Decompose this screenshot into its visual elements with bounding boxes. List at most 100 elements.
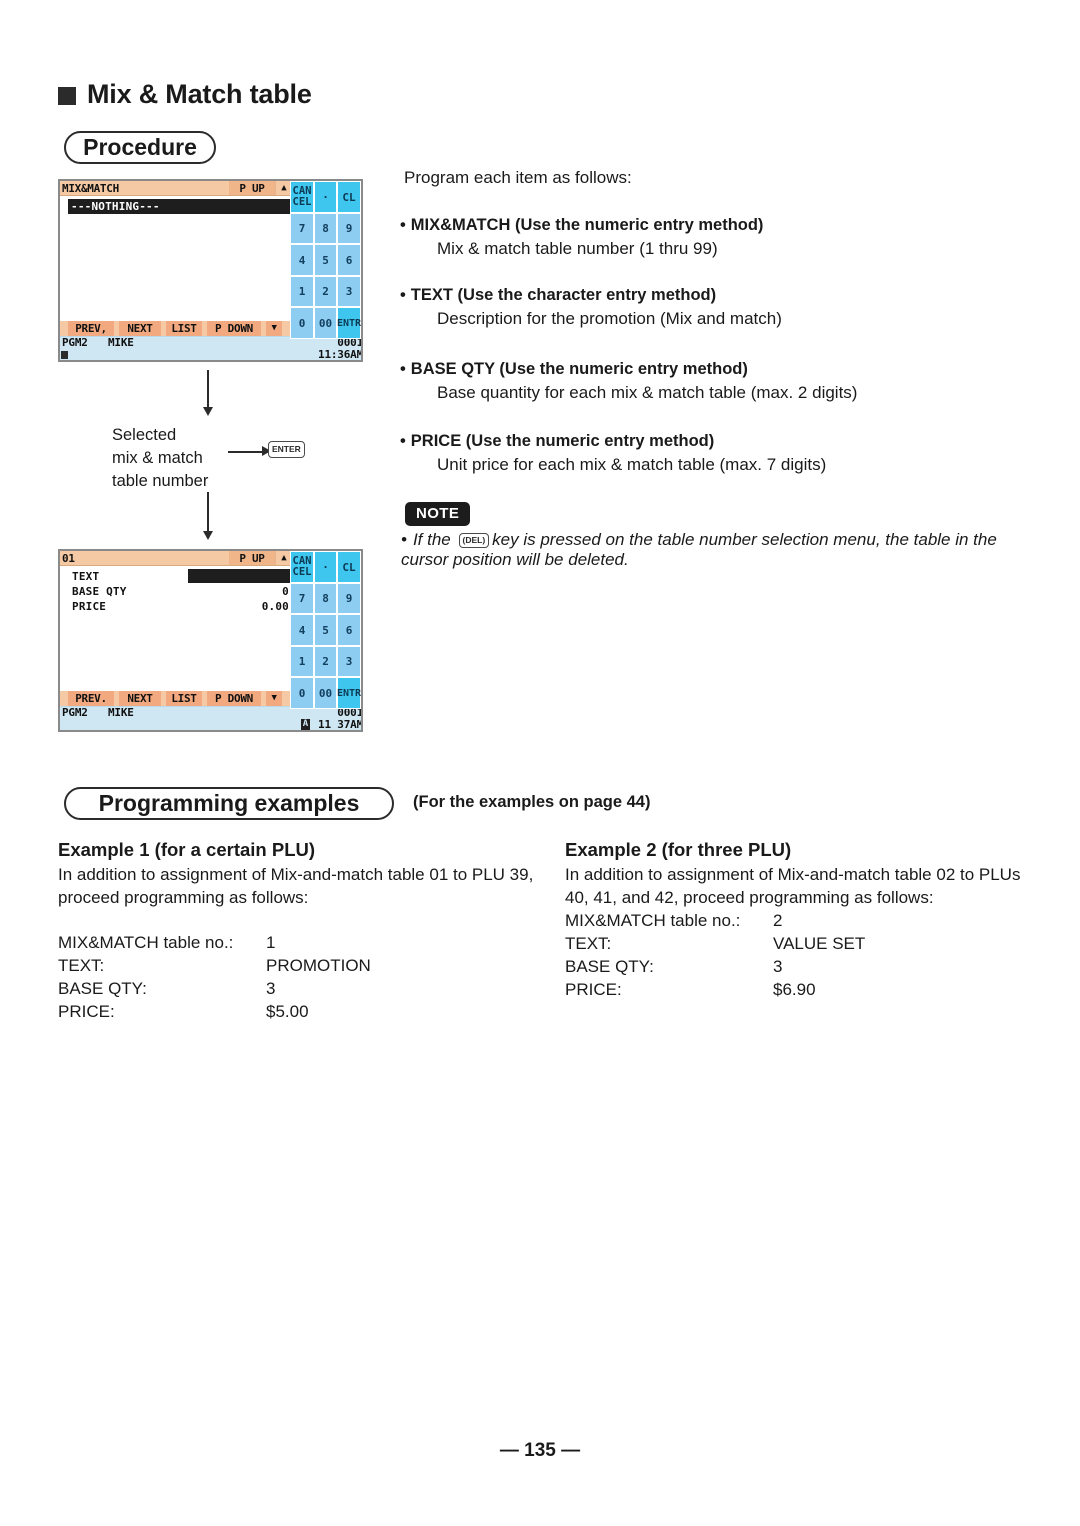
lcd2-clerk-label: MIKE [108,706,134,719]
section-badge-examples: Programming examples [64,787,394,820]
lcd1-key-cancel[interactable]: CAN CEL [290,181,314,213]
del-keycap-icon: (DEL) [458,533,490,548]
lcd1-key-3[interactable]: 3 [337,276,361,307]
example-2-row-mixmatch: MIX&MATCH table no.: 2 [565,909,1035,932]
lcd1-key-4[interactable]: 4 [290,244,314,276]
lcd2-key-1[interactable]: 1 [290,646,314,677]
lcd1-key-0[interactable]: 0 [290,307,314,339]
lcd1-time: 11:36AM [318,348,363,361]
lcd2-key-2[interactable]: 2 [314,646,337,677]
example-1-row-text: TEXT: PROMOTION [58,954,538,977]
square-bullet-icon [58,87,76,105]
lcd2-key-0[interactable]: 0 [290,677,314,709]
spec-item-baseqty-heading-text: BASE QTY (Use the numeric entry method) [410,360,748,378]
spec-item-price-heading-text: PRICE (Use the numeric entry method) [410,432,715,450]
lcd1-pagedown-button[interactable]: P DOWN [207,321,261,336]
lcd1-key-7[interactable]: 7 [290,213,314,244]
example-1-value-text: PROMOTION [266,956,371,975]
lcd2-key-cancel[interactable]: CAN CEL [290,551,314,583]
lcd1-titlebar: MIX&MATCH P UP ▲ [60,181,292,196]
spec-item-mixmatch-body: Mix & match table number (1 thru 99) [437,239,718,258]
lcd2-pagedown-button[interactable]: P DOWN [207,691,261,706]
flow-arrow-head-top [203,407,213,416]
lcd2-next-button[interactable]: NEXT [119,691,161,706]
lcd1-mode-label: PGM2 [62,336,88,349]
example-2-table: MIX&MATCH table no.: 2 TEXT: VALUE SET B… [565,909,1035,1001]
example-1-row-baseqty: BASE QTY: 3 [58,977,538,1000]
lcd1-page-up-button[interactable]: P UP [229,181,275,195]
spec-item-text-heading-text: TEXT (Use the character entry method) [410,286,717,304]
lcd2-key-4[interactable]: 4 [290,614,314,646]
lcd1-key-8[interactable]: 8 [314,213,337,244]
lcd2-status-bar: PGM2 MIKE 0001 A 11 37AM [60,706,361,730]
lcd1-key-1[interactable]: 1 [290,276,314,307]
lcd2-field-label-price[interactable]: PRICE [72,599,106,614]
scroll-down-arrow-icon[interactable]: ▼ [266,691,282,706]
lcd2-key-clear[interactable]: CL [337,551,361,583]
lcd2-key-cancel-line2: CEL [292,566,312,578]
lcd2-key-8[interactable]: 8 [314,583,337,614]
flow-arrow-line-right [228,451,264,453]
lcd2-key-enter[interactable]: ENTR [337,677,361,709]
lcd2-field-label-baseqty[interactable]: BASE QTY [72,584,127,599]
lcd1-prev-button[interactable]: PREV, [68,321,114,336]
lcd2-key-7[interactable]: 7 [290,583,314,614]
section-badge-procedure: Procedure [64,131,216,164]
lcd2-key-5[interactable]: 5 [314,614,337,646]
example-1-table: MIX&MATCH table no.: 1 TEXT: PROMOTION B… [58,931,538,1023]
lcd1-key-6[interactable]: 6 [337,244,361,276]
lcd2-page-up-button[interactable]: P UP [229,551,275,565]
lcd2-key-00[interactable]: 00 [314,677,337,709]
lcd-screen-table-selection: MIX&MATCH P UP ▲ ---NOTHING--- PREV, NEX… [58,179,363,362]
lcd1-key-enter[interactable]: ENTR [337,307,361,339]
lcd2-key-decimal-point[interactable]: · [314,551,337,583]
spec-item-mixmatch-heading: • MIX&MATCH (Use the numeric entry method… [400,216,1040,235]
list-bullet-icon: • [400,216,406,234]
lcd1-key-00[interactable]: 00 [314,307,337,339]
lcd2-title: 01 [62,551,75,565]
spec-item-text-body: Description for the promotion (Mix and m… [437,309,782,328]
lcd2-text-field-highlight[interactable] [188,569,292,583]
lcd2-key-9[interactable]: 9 [337,583,361,614]
lcd2-content: TEXT BASE QTY 0 PRICE 0.00 [60,566,292,691]
lcd1-body: MIX&MATCH P UP ▲ ---NOTHING--- PREV, NEX… [60,181,361,360]
lcd1-key-clear[interactable]: CL [337,181,361,213]
lcd1-selected-row[interactable]: ---NOTHING--- [68,199,292,214]
section-badge-procedure-label: Procedure [83,134,197,160]
lcd1-key-5[interactable]: 5 [314,244,337,276]
lcd1-key-decimal-point[interactable]: · [314,181,337,213]
lcd2-field-value-price[interactable]: 0.00 [262,599,289,614]
lcd2-list-button[interactable]: LIST [166,691,202,706]
list-bullet-icon: • [400,286,406,304]
spec-item-text: • TEXT (Use the character entry method) D… [400,286,1040,329]
lcd2-prev-button[interactable]: PREV. [68,691,114,706]
lcd1-list-button[interactable]: LIST [166,321,202,336]
spec-item-price-heading: • PRICE (Use the numeric entry method) [400,432,1040,451]
lcd2-field-value-baseqty[interactable]: 0 [282,584,289,599]
lcd1-key-9[interactable]: 9 [337,213,361,244]
lcd2-key-6[interactable]: 6 [337,614,361,646]
note-body: • If the (DEL) key is pressed on the table… [401,530,1041,570]
lcd1-key-2[interactable]: 2 [314,276,337,307]
enter-keycap-icon: ENTER [268,441,305,458]
lcd2-key-3[interactable]: 3 [337,646,361,677]
note-text-after: key is pressed on the table number selec… [401,530,997,569]
lcd1-next-button[interactable]: NEXT [119,321,161,336]
example-2-value-baseqty: 3 [773,957,783,976]
example-1-value-mixmatch: 1 [266,933,276,952]
flow-step-label-line3: table number [112,472,209,490]
scroll-down-arrow-icon[interactable]: ▼ [266,321,282,336]
lcd2-alpha-mode-indicator: A [301,719,310,730]
lcd2-field-label-text[interactable]: TEXT [72,569,99,584]
example-2-value-price: $6.90 [773,980,816,999]
example-2-key-text: TEXT: [565,934,612,953]
list-bullet-icon: • [400,432,406,450]
lcd2-fn-spacer [60,691,68,706]
flow-arrow-head-bottom [203,531,213,540]
note-badge: NOTE [405,502,471,526]
example-1: Example 1 (for a certain PLU) In additio… [58,838,538,1023]
spec-item-price: • PRICE (Use the numeric entry method) Un… [400,432,1040,475]
spec-item-price-body: Unit price for each mix & match table (m… [437,455,827,474]
example-2-title: Example 2 (for three PLU) [565,839,792,860]
example-2-key-price: PRICE: [565,980,622,999]
